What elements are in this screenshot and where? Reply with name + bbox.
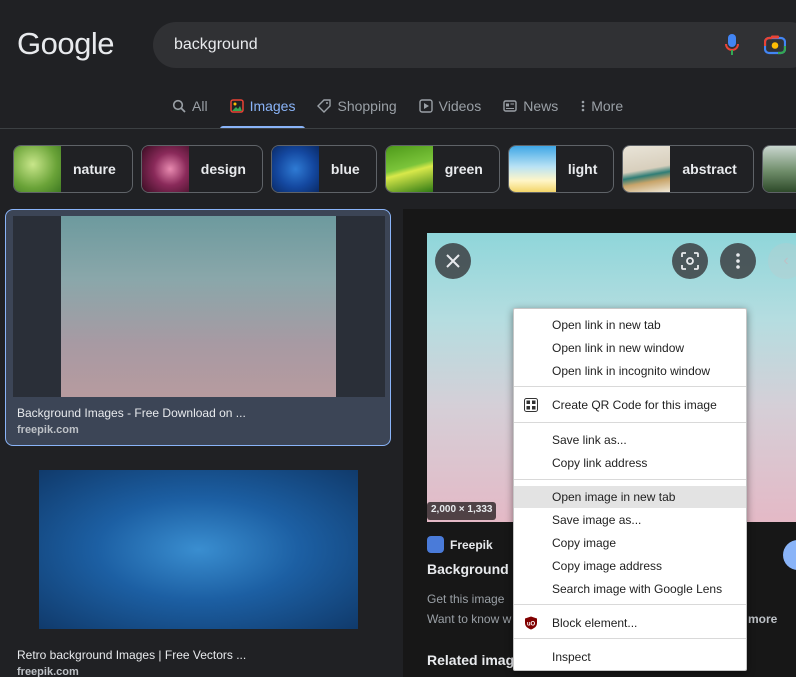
menu-separator bbox=[514, 479, 746, 480]
menu-item-label: Block element... bbox=[552, 616, 638, 630]
tab-all[interactable]: All bbox=[172, 96, 208, 116]
preview-title[interactable]: Background bbox=[427, 561, 509, 577]
chip-thumbnail bbox=[385, 146, 433, 192]
chip-nature[interactable]: nature bbox=[13, 145, 133, 193]
search-bar[interactable] bbox=[153, 22, 796, 68]
chevron-left-icon: ‹ bbox=[783, 252, 789, 269]
tab-label: All bbox=[192, 98, 208, 114]
lens-search-button[interactable] bbox=[672, 243, 708, 279]
menu-item-open-link-new-window[interactable]: Open link in new window bbox=[514, 337, 746, 359]
search-tabs: All Images Shopping Videos News More bbox=[172, 96, 645, 129]
menu-item-block-element[interactable]: uO Block element... bbox=[514, 612, 746, 634]
menu-item-save-link-as[interactable]: Save link as... bbox=[514, 429, 746, 451]
tab-videos[interactable]: Videos bbox=[418, 96, 482, 116]
chip-thumbnail bbox=[14, 146, 61, 192]
svg-text:uO: uO bbox=[527, 622, 536, 628]
menu-item-save-image-as[interactable]: Save image as... bbox=[514, 509, 746, 531]
result-title[interactable]: Background Images - Free Download on ... bbox=[17, 406, 246, 420]
chip-label: light bbox=[567, 161, 598, 177]
menu-item-label: Create QR Code for this image bbox=[552, 398, 717, 412]
play-icon bbox=[418, 99, 433, 113]
menu-separator bbox=[514, 422, 746, 423]
google-lens-icon[interactable] bbox=[764, 34, 786, 56]
preview-source[interactable]: Freepik bbox=[450, 538, 493, 552]
ublock-origin-icon: uO bbox=[525, 616, 537, 630]
chip-label: blue bbox=[330, 161, 360, 177]
tab-more[interactable]: More bbox=[580, 96, 623, 116]
menu-item-inspect[interactable]: Inspect bbox=[514, 646, 746, 668]
chip-label: green bbox=[444, 161, 483, 177]
close-icon bbox=[446, 254, 460, 268]
search-icon bbox=[172, 99, 186, 113]
menu-item-search-google-lens[interactable]: Search image with Google Lens bbox=[514, 578, 746, 600]
tab-label: Shopping bbox=[337, 98, 397, 114]
google-logo[interactable]: Google bbox=[17, 26, 114, 62]
chip-thumbnail bbox=[508, 146, 556, 192]
preview-description-2: Want to know w bbox=[427, 612, 512, 626]
freepik-favicon bbox=[427, 536, 444, 553]
more-vert-icon bbox=[580, 99, 586, 113]
lens-scan-icon bbox=[681, 252, 699, 270]
microphone-icon[interactable] bbox=[725, 34, 739, 56]
chip-label: design bbox=[200, 161, 246, 177]
result-source[interactable]: freepik.com bbox=[17, 666, 79, 677]
previous-image-button[interactable]: ‹ bbox=[768, 243, 796, 279]
menu-item-create-qr-code[interactable]: Create QR Code for this image bbox=[514, 394, 746, 416]
menu-item-open-link-incognito[interactable]: Open link in incognito window bbox=[514, 360, 746, 382]
chip-label: abstract bbox=[682, 161, 737, 177]
chip-abstract[interactable]: abstract bbox=[622, 145, 754, 193]
qr-code-icon bbox=[524, 398, 538, 412]
news-icon bbox=[503, 99, 517, 113]
menu-item-open-link-new-tab[interactable]: Open link in new tab bbox=[514, 314, 746, 336]
menu-item-open-image-new-tab[interactable]: Open image in new tab bbox=[514, 486, 746, 508]
menu-separator bbox=[514, 638, 746, 639]
related-search-chips: nature design blue green light abstract bbox=[13, 145, 796, 193]
search-input[interactable] bbox=[174, 33, 694, 57]
menu-separator bbox=[514, 604, 746, 605]
close-preview-button[interactable] bbox=[435, 243, 471, 279]
related-images-heading: Related imag bbox=[427, 652, 515, 668]
result-image[interactable] bbox=[61, 216, 336, 397]
chip-thumbnail bbox=[762, 146, 796, 192]
menu-item-copy-image[interactable]: Copy image bbox=[514, 532, 746, 554]
preview-description: Get this image bbox=[427, 592, 505, 606]
images-icon bbox=[229, 99, 244, 113]
tab-label: Images bbox=[249, 98, 296, 114]
result-image-frame bbox=[13, 216, 385, 397]
chip-light[interactable]: light bbox=[507, 145, 615, 193]
menu-item-copy-link-address[interactable]: Copy link address bbox=[514, 452, 746, 474]
chip-green[interactable]: green bbox=[384, 145, 500, 193]
result-image[interactable] bbox=[39, 470, 358, 629]
chip-blue[interactable]: blue bbox=[270, 145, 377, 193]
tab-news[interactable]: News bbox=[503, 96, 558, 116]
tabs-divider bbox=[0, 128, 796, 129]
chip-design[interactable]: design bbox=[140, 145, 263, 193]
chip-thumbnail bbox=[623, 146, 671, 192]
more-options-button[interactable] bbox=[720, 243, 756, 279]
chip-partial[interactable] bbox=[761, 145, 796, 193]
tag-icon bbox=[317, 99, 332, 113]
more-vert-icon bbox=[736, 253, 740, 269]
menu-item-copy-image-address[interactable]: Copy image address bbox=[514, 555, 746, 577]
tab-label: Videos bbox=[438, 98, 482, 114]
chip-thumbnail bbox=[141, 146, 189, 192]
chip-thumbnail bbox=[271, 146, 319, 192]
tab-shopping[interactable]: Shopping bbox=[317, 96, 397, 116]
result-title[interactable]: Retro background Images | Free Vectors .… bbox=[17, 648, 246, 662]
chip-label: nature bbox=[73, 161, 116, 177]
learn-more-link[interactable]: more bbox=[748, 612, 777, 626]
tab-images[interactable]: Images bbox=[219, 96, 306, 129]
tab-label: More bbox=[591, 98, 624, 114]
menu-separator bbox=[514, 386, 746, 387]
image-dimensions: 2,000 × 1,333 bbox=[427, 502, 497, 520]
context-menu: Open link in new tab Open link in new wi… bbox=[513, 308, 747, 671]
tab-label: News bbox=[523, 98, 559, 114]
result-source[interactable]: freepik.com bbox=[17, 424, 79, 436]
